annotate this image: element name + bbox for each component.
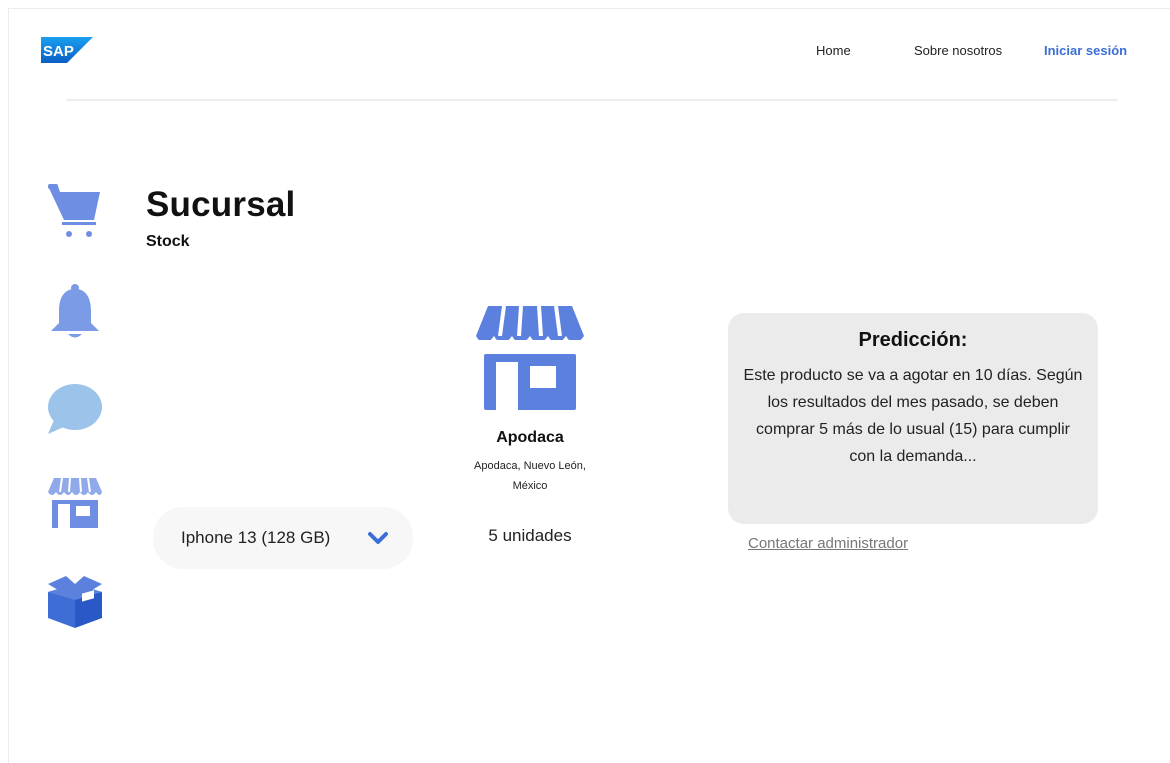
prediction-title: Predicción: [858,329,968,351]
branch-store-icon [476,306,584,410]
cart-icon[interactable] [46,180,104,238]
contact-admin-link[interactable]: Contactar administrador [748,535,908,552]
stock-units: 5 unidades [488,526,572,545]
box-icon[interactable] [46,570,104,628]
bell-icon[interactable] [46,283,104,341]
page-subtitle: Stock [146,233,190,250]
branch-name: Apodaca [496,429,564,446]
product-select-value: Iphone 13 (128 GB) [181,528,331,547]
page-title: Sucursal [146,185,296,224]
branch-address: Apodaca, Nuevo León, México [450,456,610,496]
product-select[interactable]: Iphone 13 (128 GB) [153,507,413,569]
store-icon[interactable] [46,474,104,532]
chevron-down-icon[interactable] [367,529,389,547]
header-divider [66,99,1118,101]
sap-logo-text: SAP [43,43,74,60]
prediction-card: Predicción: Este producto se va a agotar… [728,313,1098,524]
nav-login-link[interactable]: Iniciar sesión [1044,43,1127,58]
nav-home-link[interactable]: Home [816,43,851,58]
prediction-text: Este producto se va a agotar en 10 días.… [743,367,1083,465]
nav-about-link[interactable]: Sobre nosotros [914,43,1002,58]
branch-address-line2: México [512,480,548,492]
sap-logo[interactable]: SAP [41,37,93,63]
chat-bubble-icon[interactable] [46,380,104,438]
branch-address-line1: Apodaca, Nuevo León, [474,460,586,472]
